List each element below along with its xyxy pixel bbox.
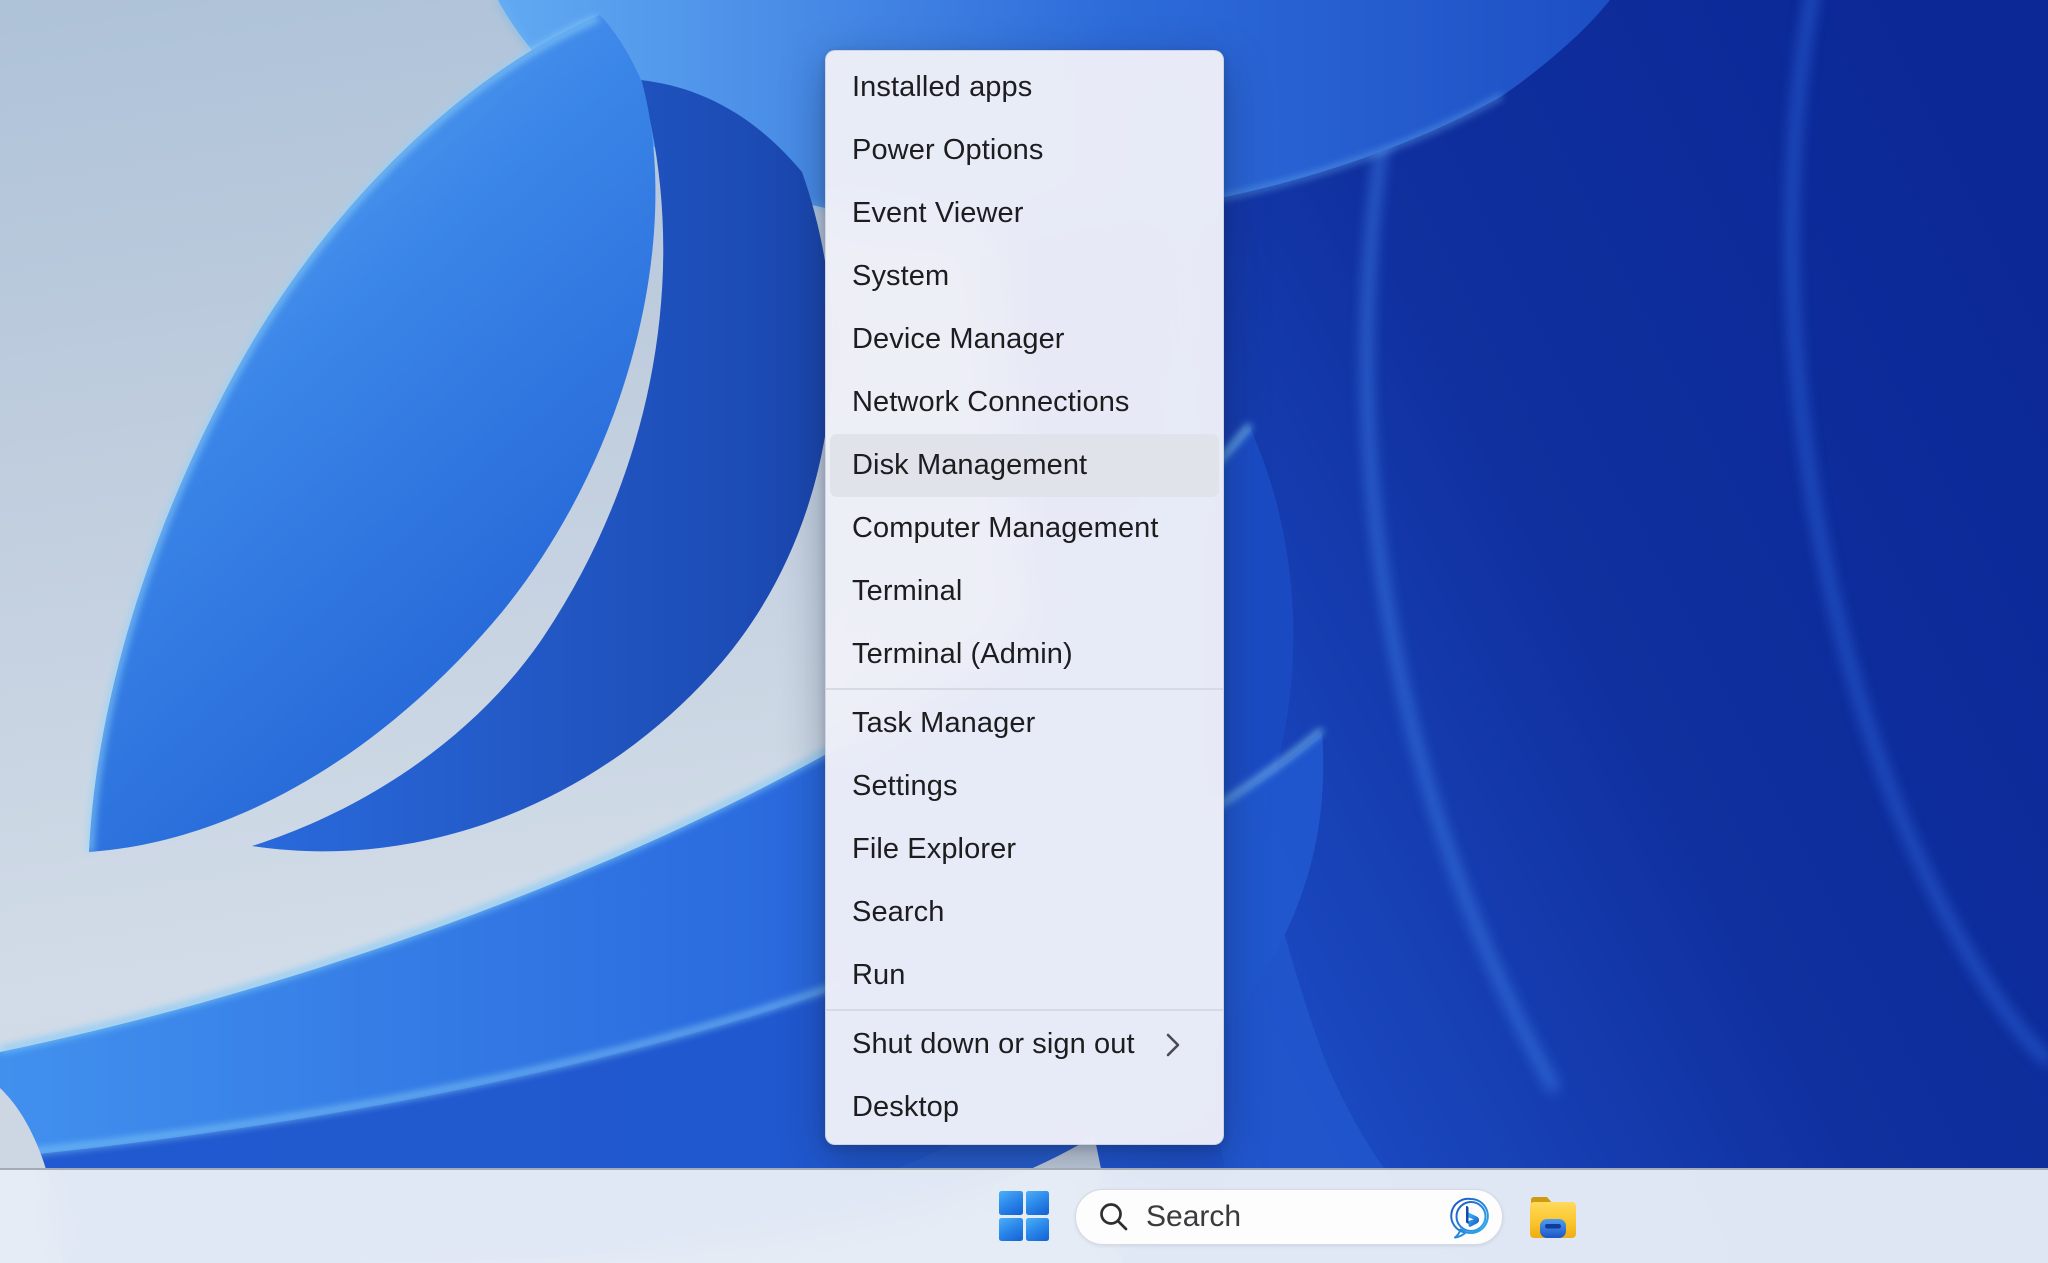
chevron-right-icon [1166, 1033, 1180, 1056]
search-icon [1100, 1203, 1128, 1231]
menu-item-terminal-admin[interactable]: Terminal (Admin) [830, 623, 1219, 686]
desktop: Installed apps Power Options Event Viewe… [0, 0, 2048, 1263]
menu-item-installed-apps[interactable]: Installed apps [830, 56, 1219, 119]
taskbar-search-box[interactable]: Search [1075, 1189, 1503, 1245]
menu-item-task-manager[interactable]: Task Manager [830, 692, 1219, 755]
menu-item-power-options[interactable]: Power Options [830, 119, 1219, 182]
menu-item-run[interactable]: Run [830, 944, 1219, 1007]
menu-item-label: Shut down or sign out [852, 1028, 1135, 1060]
menu-item-network-connections[interactable]: Network Connections [830, 371, 1219, 434]
menu-item-settings[interactable]: Settings [830, 755, 1219, 818]
menu-item-terminal[interactable]: Terminal [830, 560, 1219, 623]
file-explorer-folder-icon [1530, 1197, 1576, 1238]
menu-item-search[interactable]: Search [830, 881, 1219, 944]
winx-context-menu: Installed apps Power Options Event Viewe… [825, 50, 1224, 1145]
search-placeholder: Search [1146, 1200, 1242, 1233]
menu-item-shut-down-or-sign-out[interactable]: Shut down or sign out [830, 1013, 1219, 1076]
menu-item-desktop[interactable]: Desktop [830, 1076, 1219, 1139]
windows-logo-icon [1025, 1191, 1049, 1215]
menu-item-disk-management[interactable]: Disk Management [830, 434, 1219, 497]
menu-separator [826, 1009, 1223, 1011]
start-button[interactable] [999, 1191, 1049, 1241]
taskbar: Search [0, 1168, 2048, 1263]
menu-separator [826, 688, 1223, 690]
windows-logo-icon [999, 1191, 1023, 1215]
menu-item-system[interactable]: System [830, 245, 1219, 308]
menu-item-computer-management[interactable]: Computer Management [830, 497, 1219, 560]
menu-item-device-manager[interactable]: Device Manager [830, 308, 1219, 371]
windows-logo-icon [1025, 1217, 1049, 1241]
windows-logo-icon [999, 1217, 1023, 1241]
file-explorer-taskbar-button[interactable] [1526, 1188, 1580, 1246]
menu-item-file-explorer[interactable]: File Explorer [830, 818, 1219, 881]
bing-copilot-icon[interactable] [1448, 1194, 1494, 1240]
menu-item-event-viewer[interactable]: Event Viewer [830, 182, 1219, 245]
